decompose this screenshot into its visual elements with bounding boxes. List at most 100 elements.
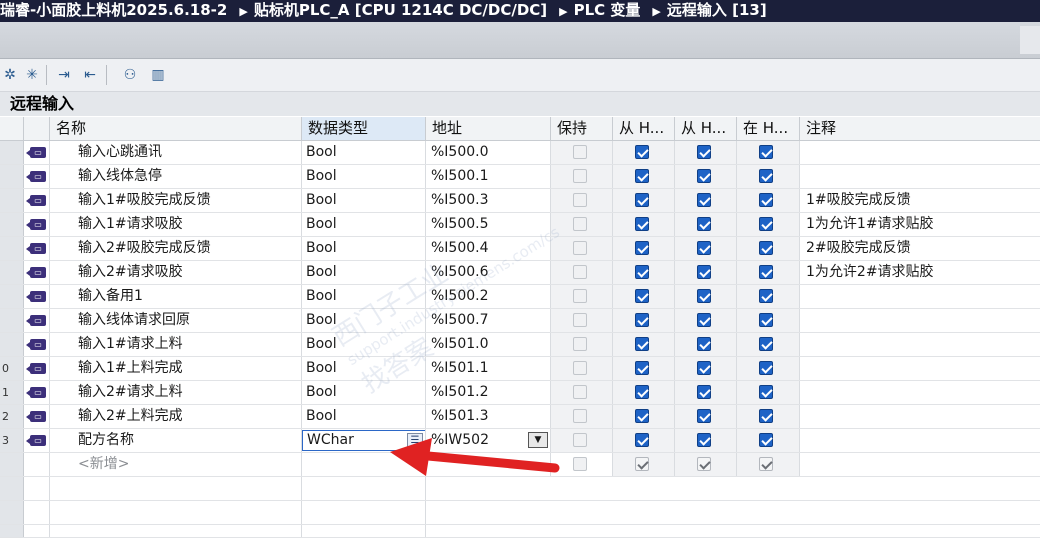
header-comment[interactable]: 注释 [800,117,1040,140]
hmi-visible-checkbox[interactable] [759,313,773,327]
add-tag-icon[interactable]: ✲ [0,65,20,85]
hmi-write-checkbox[interactable] [697,241,711,255]
hmi-access-checkbox[interactable] [635,409,649,423]
table-row[interactable]: ▭ 输入2#请求吸胶 Bool %I500.6 1为允许2#请求贴胶 [0,261,1040,285]
tag-datatype[interactable]: Bool [302,213,426,236]
table-row[interactable]: ▭ 输入线体急停 Bool %I500.1 [0,165,1040,189]
hmi-visible-checkbox[interactable] [759,409,773,423]
add-new-tag[interactable]: <新增> [50,453,302,476]
tag-datatype[interactable]: Bool [302,381,426,404]
tag-comment[interactable] [800,429,1040,452]
hmi-visible-checkbox[interactable] [759,337,773,351]
tag-comment[interactable]: 2#吸胶完成反馈 [800,237,1040,260]
hmi-write-checkbox[interactable] [697,217,711,231]
hmi-access-checkbox[interactable] [635,433,649,447]
tag-comment[interactable] [800,285,1040,308]
hmi-visible-checkbox[interactable] [759,361,773,375]
hmi-write-checkbox[interactable] [697,433,711,447]
hmi-write-checkbox[interactable] [697,337,711,351]
hmi-write-checkbox[interactable] [697,313,711,327]
table-row[interactable]: 2 ▭ 输入2#上料完成 Bool %I501.3 [0,405,1040,429]
hmi-write-checkbox[interactable] [697,193,711,207]
table-row[interactable]: ▭ 输入备用1 Bool %I500.2 [0,285,1040,309]
hmi-access-checkbox[interactable] [635,217,649,231]
hmi-access-checkbox[interactable] [635,265,649,279]
hmi-access-checkbox[interactable] [635,169,649,183]
tag-name[interactable]: 输入2#上料完成 [50,405,302,428]
tag-name[interactable]: 输入2#请求吸胶 [50,261,302,284]
table-row-editing[interactable]: 3 ▭ 配方名称 WChar ☰ %IW502 ▼ [0,429,1040,453]
export-icon[interactable]: ⇥ [54,65,74,85]
tag-name[interactable]: 输入2#吸胶完成反馈 [50,237,302,260]
hmi-write-checkbox[interactable] [697,145,711,159]
tag-datatype[interactable]: Bool [302,141,426,164]
breadcrumb-project[interactable]: 瑞睿-小面胶上料机2025.6.18-2 [0,1,227,19]
tag-name[interactable]: 输入线体请求回原 [50,309,302,332]
tag-address[interactable]: %I500.4 [426,237,551,260]
tag-datatype[interactable]: Bool [302,405,426,428]
retain-checkbox[interactable] [573,337,587,351]
monitor-icon[interactable]: ⚇ [120,65,140,85]
table-row[interactable]: 1 ▭ 输入2#请求上料 Bool %I501.2 [0,381,1040,405]
retain-checkbox[interactable] [573,145,587,159]
tag-name[interactable]: 配方名称 [50,429,302,452]
tag-name[interactable]: 输入1#请求上料 [50,333,302,356]
tag-comment[interactable] [800,381,1040,404]
hmi-write-checkbox[interactable] [697,361,711,375]
tag-address[interactable]: %I501.1 [426,357,551,380]
retain-checkbox[interactable] [573,409,587,423]
tag-address[interactable]: %I500.3 [426,189,551,212]
hmi-write-checkbox[interactable] [697,457,711,471]
tag-comment[interactable] [800,141,1040,164]
tag-name[interactable]: 输入线体急停 [50,165,302,188]
table-row[interactable]: ▭ 输入心跳通讯 Bool %I500.0 [0,141,1040,165]
hmi-access-checkbox[interactable] [635,145,649,159]
tag-comment[interactable] [800,453,1040,476]
hmi-write-checkbox[interactable] [697,409,711,423]
header-address[interactable]: 地址 [426,117,551,140]
hmi-visible-checkbox[interactable] [759,433,773,447]
hmi-write-checkbox[interactable] [697,385,711,399]
hmi-access-checkbox[interactable] [635,313,649,327]
import-icon[interactable]: ⇤ [80,65,100,85]
tag-address[interactable]: %I500.0 [426,141,551,164]
tag-address[interactable]: %I500.1 [426,165,551,188]
table-row[interactable]: ▭ 输入1#请求上料 Bool %I501.0 [0,333,1040,357]
hmi-visible-checkbox[interactable] [759,385,773,399]
hmi-write-checkbox[interactable] [697,265,711,279]
tag-datatype[interactable]: Bool [302,237,426,260]
retain-checkbox[interactable] [573,361,587,375]
retain-checkbox[interactable] [573,265,587,279]
tag-datatype[interactable]: Bool [302,357,426,380]
tag-name[interactable]: 输入1#吸胶完成反馈 [50,189,302,212]
hmi-visible-checkbox[interactable] [759,457,773,471]
tag-address[interactable]: %I500.6 [426,261,551,284]
retain-checkbox[interactable] [573,193,587,207]
hmi-visible-checkbox[interactable] [759,169,773,183]
hmi-access-checkbox[interactable] [635,337,649,351]
tag-address[interactable] [426,453,551,476]
header-writable-hmi[interactable]: 从 H... [675,117,737,140]
hmi-visible-checkbox[interactable] [759,265,773,279]
table-row[interactable]: ▭ 输入线体请求回原 Bool %I500.7 [0,309,1040,333]
table-row[interactable]: 0 ▭ 输入1#上料完成 Bool %I501.1 [0,357,1040,381]
tag-address[interactable]: %I501.0 [426,333,551,356]
breadcrumb-plc[interactable]: 贴标机PLC_A [CPU 1214C DC/DC/DC] [254,1,547,19]
table-row[interactable]: ▭ 输入2#吸胶完成反馈 Bool %I500.4 2#吸胶完成反馈 [0,237,1040,261]
add-group-icon[interactable]: ✳ [22,65,42,85]
table-row-add-new[interactable]: <新增> [0,453,1040,477]
tag-comment[interactable] [800,357,1040,380]
tag-datatype[interactable] [302,453,426,476]
hmi-access-checkbox[interactable] [635,289,649,303]
retain-checkbox[interactable] [573,241,587,255]
tag-comment[interactable]: 1为允许2#请求贴胶 [800,261,1040,284]
retain-checkbox[interactable] [573,433,587,447]
datatype-list-icon[interactable]: ☰ [407,433,423,448]
table-row[interactable]: ▭ 输入1#请求吸胶 Bool %I500.5 1为允许1#请求贴胶 [0,213,1040,237]
hmi-access-checkbox[interactable] [635,385,649,399]
tag-datatype[interactable]: Bool [302,333,426,356]
header-datatype[interactable]: 数据类型 [302,117,426,140]
breadcrumb-plc-tags[interactable]: PLC 变量 [574,1,641,19]
hmi-visible-checkbox[interactable] [759,193,773,207]
tag-name[interactable]: 输入1#上料完成 [50,357,302,380]
